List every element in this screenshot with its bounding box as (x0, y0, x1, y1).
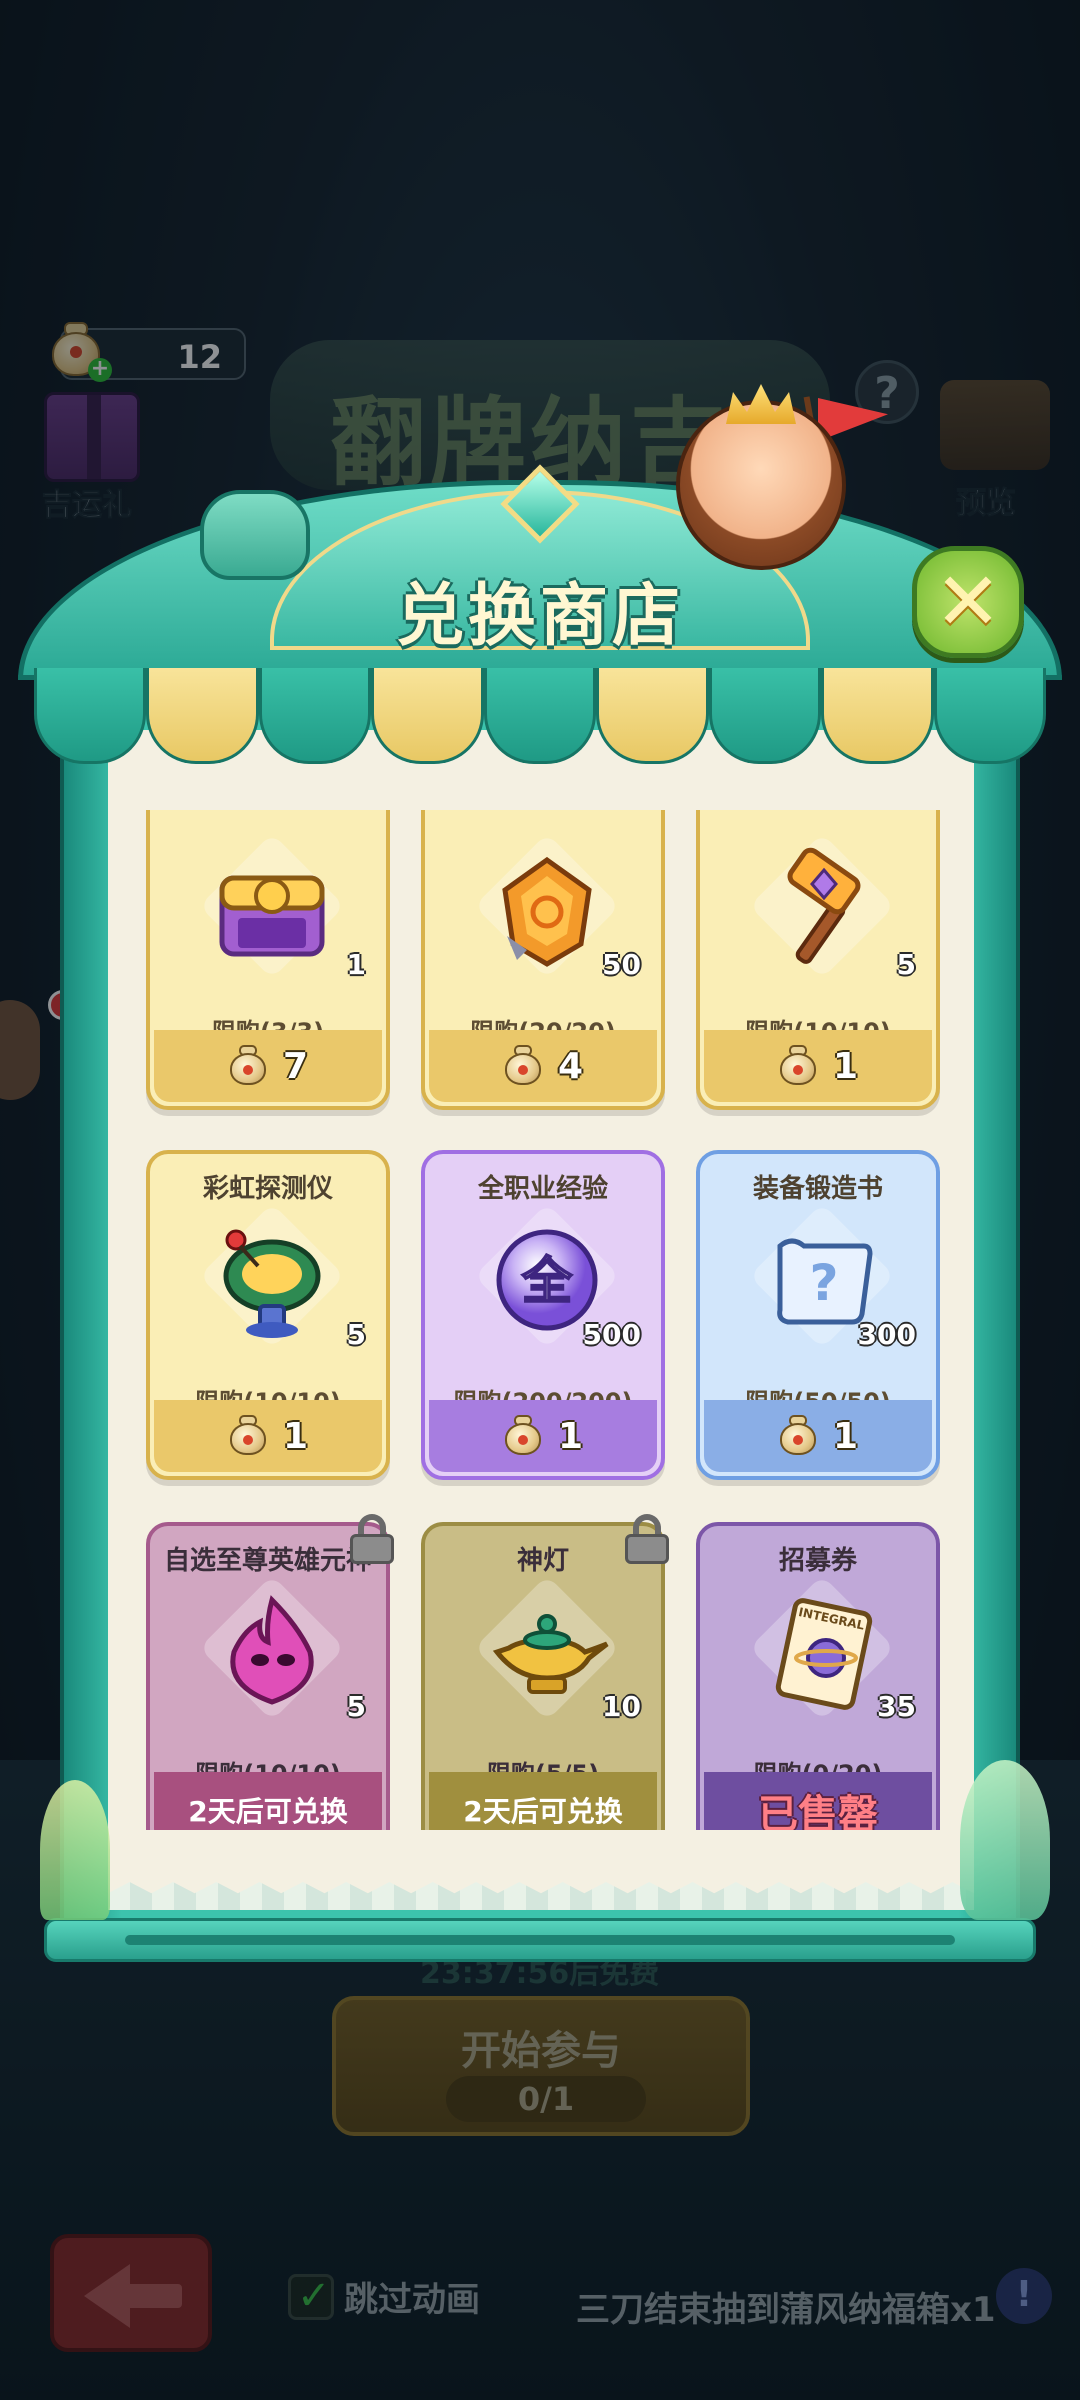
sold-out-status: 已售罄 (704, 1772, 932, 1830)
item-quantity: 50 (602, 948, 641, 981)
close-icon: ✕ (934, 555, 1002, 648)
lucky-bag-icon (503, 1043, 543, 1087)
locked-status: 2天后可兑换 (154, 1772, 382, 1830)
treasure-chest-icon (219, 875, 325, 957)
lucky-bag-icon (503, 1413, 543, 1457)
item-price: 1 (283, 1416, 309, 1457)
unlock-countdown: 2天后可兑换 (188, 1795, 348, 1828)
scroll-glyph: ? (809, 1254, 838, 1312)
locked-status: 2天后可兑换 (429, 1772, 657, 1830)
exp-orb-glyph: 全 (521, 1252, 573, 1310)
buy-button[interactable]: 7 (154, 1030, 382, 1102)
magic-lamp-icon (492, 1614, 609, 1694)
item-quantity: 5 (896, 948, 916, 981)
item-quantity: 5 (346, 1318, 366, 1351)
shop-item-card[interactable]: 全职业经验 全 500 限购(200/200) 1 (421, 1150, 665, 1480)
forge-hammer-icon (787, 847, 861, 964)
compass-detector-icon (223, 1229, 321, 1338)
panel-footer-bar (44, 1918, 1036, 1962)
shop-item-card[interactable]: 神灯 10 限购(5/5) 2天后可兑换 (421, 1514, 669, 1830)
lucky-bag-icon (778, 1413, 818, 1457)
lucky-bag-icon (778, 1043, 818, 1087)
close-button[interactable]: ✕ (912, 546, 1024, 658)
buy-button[interactable]: 1 (429, 1400, 657, 1472)
lucky-bag-icon (228, 1413, 268, 1457)
item-price: 1 (558, 1416, 584, 1457)
item-quantity: 300 (857, 1318, 916, 1351)
buy-button[interactable]: 1 (704, 1030, 932, 1102)
lock-icon (348, 1514, 396, 1564)
shop-item-card[interactable]: 1 限购(3/3) 7 (146, 810, 390, 1110)
buy-button[interactable]: 4 (429, 1030, 657, 1102)
princess-mascot (676, 400, 846, 570)
item-price: 7 (283, 1046, 309, 1087)
item-price: 1 (833, 1416, 859, 1457)
lucky-bag-icon (228, 1043, 268, 1087)
rice-dumpling-decoration (960, 1760, 1050, 1920)
item-quantity: 5 (346, 1690, 366, 1723)
item-name: 全职业经验 (477, 1174, 608, 1204)
shop-item-card[interactable]: 装备锻造书 ? 300 限购(50/50) 1 (696, 1150, 940, 1480)
buy-button[interactable]: 1 (154, 1400, 382, 1472)
item-quantity: 35 (877, 1690, 916, 1723)
buy-button[interactable]: 1 (704, 1400, 932, 1472)
shop-item-card[interactable]: 50 限购(20/20) 4 (421, 810, 665, 1110)
leaf-decoration-left (40, 1780, 110, 1920)
item-name: 招募券 (778, 1546, 857, 1576)
item-price: 1 (833, 1046, 859, 1087)
shop-item-card[interactable]: 招募券 INTEGRAL 35 限购(0/20) 已售罄 (696, 1522, 940, 1830)
shop-item-card[interactable]: 5 限购(10/10) 1 (696, 810, 940, 1110)
item-price: 4 (558, 1046, 584, 1087)
shop-item-card[interactable]: 自选至尊英雄元神 5 限购(10/10) 2天后可兑换 (146, 1514, 394, 1830)
lock-icon (623, 1514, 671, 1564)
amber-crystal-icon (502, 856, 592, 967)
item-name: 装备锻造书 (752, 1174, 883, 1204)
unlock-countdown: 2天后可兑换 (463, 1795, 623, 1828)
recruit-ticket-icon: INTEGRAL (775, 1598, 873, 1710)
item-quantity: 500 (582, 1318, 641, 1351)
shop-awning (34, 668, 1046, 764)
item-quantity: 1 (346, 948, 366, 981)
shop-item-grid[interactable]: 1 限购(3/3) 7 50 限购(20/20) 4 5 限购(10/10) (146, 810, 940, 1830)
spirit-flame-icon (230, 1595, 314, 1705)
item-name: 彩虹探测仪 (202, 1174, 333, 1204)
shop-item-card[interactable]: 彩虹探测仪 5 限购(10/10) 1 (146, 1150, 390, 1480)
sold-out-label: 已售罄 (758, 1792, 878, 1830)
item-quantity: 10 (602, 1690, 641, 1723)
